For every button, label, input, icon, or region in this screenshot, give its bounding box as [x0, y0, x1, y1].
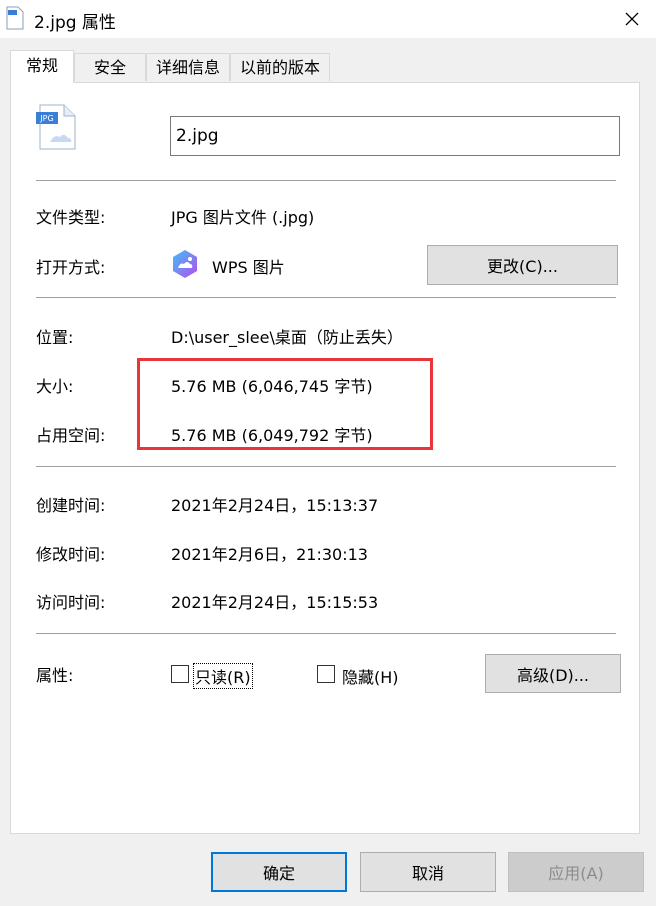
window-title: 2.jpg 属性 [34, 13, 116, 33]
created-value: 2021年2月24日，15:13:37 [171, 496, 379, 515]
cancel-button[interactable]: 取消 [360, 852, 496, 892]
file-name-input[interactable] [170, 116, 620, 156]
tab-general[interactable]: 常规 [10, 50, 74, 83]
size-label: 大小: [36, 377, 74, 396]
close-icon [625, 12, 639, 26]
title-bar: 2.jpg 属性 [0, 0, 656, 38]
close-button[interactable] [608, 0, 656, 38]
advanced-button[interactable]: 高级(D)... [485, 654, 621, 693]
apply-button[interactable]: 应用(A) [508, 852, 644, 892]
separator [36, 297, 616, 298]
separator [36, 466, 616, 467]
tab-security[interactable]: 安全 [74, 53, 146, 81]
tab-previous-versions[interactable]: 以前的版本 [230, 53, 330, 81]
image-file-icon [6, 6, 24, 30]
general-panel [10, 82, 640, 834]
accessed-label: 访问时间: [36, 593, 106, 612]
created-label: 创建时间: [36, 496, 106, 515]
change-button[interactable]: 更改(C)... [427, 245, 618, 285]
separator [36, 633, 616, 634]
size-on-disk-label: 占用空间: [36, 426, 106, 445]
location-value: D:\user_slee\桌面（防止丢失） [171, 328, 403, 347]
wps-picture-icon [173, 250, 197, 278]
file-type-value: JPG 图片文件 (.jpg) [171, 208, 315, 227]
open-with-label: 打开方式: [36, 258, 106, 277]
jpg-badge-label: JPG [39, 114, 53, 123]
file-type-label: 文件类型: [36, 208, 106, 227]
readonly-label[interactable]: 只读(R) [193, 663, 253, 689]
open-with-value: WPS 图片 [212, 258, 285, 277]
size-highlight-box [137, 358, 433, 450]
hidden-checkbox[interactable] [317, 665, 335, 683]
separator [36, 180, 616, 181]
tab-details[interactable]: 详细信息 [146, 53, 230, 81]
accessed-value: 2021年2月24日，15:15:53 [171, 593, 379, 612]
jpg-file-icon: JPG [36, 104, 76, 150]
readonly-checkbox[interactable] [171, 665, 189, 683]
modified-label: 修改时间: [36, 545, 106, 564]
attributes-label: 属性: [36, 666, 74, 685]
ok-button[interactable]: 确定 [211, 852, 347, 892]
hidden-label[interactable]: 隐藏(H) [342, 664, 399, 688]
modified-value: 2021年2月6日，21:30:13 [171, 545, 368, 564]
location-label: 位置: [36, 328, 74, 347]
